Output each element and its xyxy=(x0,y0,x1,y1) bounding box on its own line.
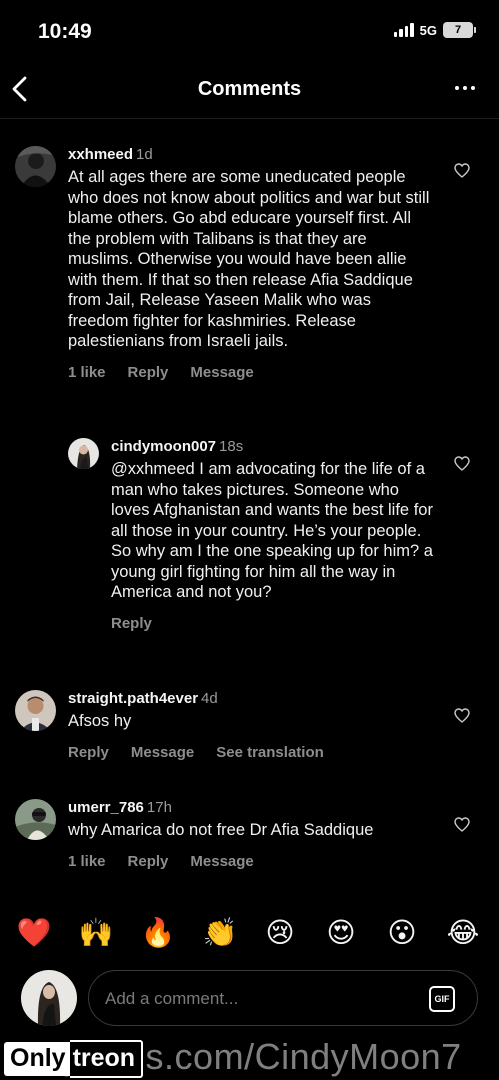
comment-actions: 1 like Reply Message xyxy=(68,364,433,381)
laughing-reaction[interactable]: 😂 xyxy=(443,912,483,952)
heart-eyes-reaction[interactable]: 😍 xyxy=(321,912,361,952)
network-label: 5G xyxy=(419,22,437,38)
raised-hands-reaction[interactable]: 🙌 xyxy=(76,912,116,952)
avatar[interactable] xyxy=(68,438,99,469)
more-options-icon[interactable] xyxy=(455,86,475,90)
like-heart-icon[interactable] xyxy=(454,456,470,471)
see-translation-button[interactable]: See translation xyxy=(216,744,324,761)
quick-reaction-bar: ❤️ 🙌 🔥 👏 😢 😍 😮 😂 xyxy=(0,912,499,952)
comment-actions: Reply xyxy=(111,615,436,632)
status-time: 10:49 xyxy=(38,20,92,43)
clapping-reaction[interactable]: 👏 xyxy=(200,912,240,952)
comment-text: At all ages there are some uneducated pe… xyxy=(68,168,430,350)
heart-reaction[interactable]: ❤️ xyxy=(14,912,54,952)
comment-username[interactable]: straight.path4ever 4d xyxy=(68,690,433,707)
comment-text: Afsos hy xyxy=(68,712,132,730)
like-heart-icon[interactable] xyxy=(454,163,470,178)
crying-reaction[interactable]: 😢 xyxy=(260,912,300,952)
comment-actions: 1 like Reply Message xyxy=(68,853,433,870)
likes-count[interactable]: 1 like xyxy=(68,853,106,870)
comment-timestamp: 18s xyxy=(219,438,244,455)
comment-input[interactable]: Add a comment... GIF xyxy=(88,970,478,1026)
comment-username[interactable]: xxhmeed 1d xyxy=(68,146,433,163)
likes-count[interactable]: 1 like xyxy=(68,364,106,381)
page-title: Comments xyxy=(197,78,302,100)
reply-button[interactable]: Reply xyxy=(111,615,152,632)
reply-button[interactable]: Reply xyxy=(128,853,169,870)
message-button[interactable]: Message xyxy=(190,853,253,870)
comments-header: Comments xyxy=(0,64,499,114)
avatar[interactable] xyxy=(15,690,56,731)
comment-placeholder: Add a comment... xyxy=(105,989,239,1008)
comment-actions: Reply Message See translation xyxy=(68,744,433,761)
comment-timestamp: 1d xyxy=(136,146,153,163)
watermark-logo-only: Only xyxy=(4,1042,70,1076)
watermark: OnlyFans.com/CindyMoon7 Only treon xyxy=(0,1034,499,1080)
comment-timestamp: 17h xyxy=(146,799,172,816)
message-button[interactable]: Message xyxy=(190,364,253,381)
comment-username[interactable]: cindymoon007 18s xyxy=(111,438,436,455)
avatar[interactable] xyxy=(15,799,56,840)
comment-timestamp: 4d xyxy=(201,690,218,707)
watermark-logo-treon: treon xyxy=(69,1040,144,1078)
surprised-reaction[interactable]: 😮 xyxy=(382,912,422,952)
reply-button[interactable]: Reply xyxy=(68,744,109,761)
battery-level: 7 xyxy=(454,24,462,36)
battery-icon: 7 xyxy=(443,22,476,38)
comment-text: @xxhmeed I am advocating for the life of… xyxy=(111,460,433,601)
status-icons: 5G 7 xyxy=(393,22,476,38)
comment-text: why Amarica do not free Dr Afia Saddique xyxy=(68,821,374,839)
fire-reaction[interactable]: 🔥 xyxy=(138,912,178,952)
like-heart-icon[interactable] xyxy=(454,708,470,723)
comment-username[interactable]: umerr_786 17h xyxy=(68,799,433,816)
message-button[interactable]: Message xyxy=(131,744,194,761)
signal-icon xyxy=(393,23,414,37)
reply-button[interactable]: Reply xyxy=(128,364,169,381)
current-user-avatar xyxy=(21,970,77,1026)
avatar[interactable] xyxy=(15,146,56,187)
like-heart-icon[interactable] xyxy=(454,817,470,832)
status-bar: 10:49 5G 7 xyxy=(0,0,499,60)
header-divider xyxy=(0,118,499,119)
watermark-logo: Only treon xyxy=(4,1040,144,1078)
gif-button[interactable]: GIF xyxy=(429,986,455,1012)
